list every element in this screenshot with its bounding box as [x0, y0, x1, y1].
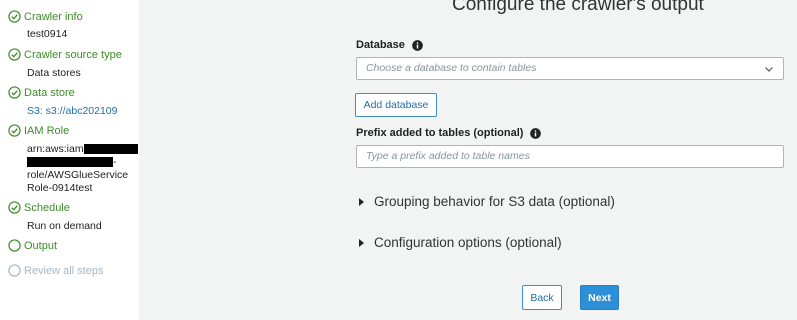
- info-icon[interactable]: [412, 39, 423, 51]
- page-title: Configure the crawler's output: [452, 0, 704, 15]
- empty-circle-icon: [8, 239, 21, 252]
- add-database-button[interactable]: Add database: [355, 93, 437, 117]
- next-button[interactable]: Next: [580, 285, 619, 310]
- wizard-steps-sidebar: Crawler info test0914 Crawler source typ…: [0, 0, 139, 320]
- step-value: Data stores: [27, 67, 81, 79]
- chevron-down-icon: [765, 67, 773, 72]
- prefix-label: Prefix added to tables (optional): [356, 127, 542, 139]
- step-title[interactable]: Data store: [24, 87, 75, 99]
- caret-right-icon: [359, 238, 364, 247]
- step-value[interactable]: S3: s3://abc202109: [27, 105, 118, 118]
- database-label-text: Database: [356, 39, 405, 51]
- redaction-block: [83, 144, 138, 155]
- step-value-line: role/AWSGlueService: [27, 169, 129, 181]
- step-value-line: arn:aws:iam: [27, 143, 138, 156]
- step-title[interactable]: Schedule: [24, 202, 70, 214]
- step-title[interactable]: Crawler source type: [24, 49, 122, 61]
- step-value: test0914: [27, 28, 68, 40]
- database-placeholder: Choose a database to contain tables: [366, 62, 537, 74]
- step-value-line: -: [27, 156, 117, 169]
- step-title[interactable]: IAM Role: [24, 125, 69, 137]
- check-circle-icon: [8, 86, 21, 99]
- grouping-behavior-section[interactable]: Grouping behavior for S3 data (optional): [359, 194, 615, 209]
- database-label: Database: [356, 39, 423, 51]
- info-icon[interactable]: [530, 127, 542, 139]
- step-title[interactable]: Crawler info: [24, 11, 83, 23]
- redaction-block: [27, 157, 113, 168]
- role-arn-separator: -: [113, 156, 117, 168]
- check-circle-icon: [8, 124, 21, 137]
- caret-right-icon: [359, 197, 364, 206]
- configuration-options-section[interactable]: Configuration options (optional): [359, 235, 562, 250]
- main-panel: Configure the crawler's output Database …: [139, 0, 797, 320]
- step-value-line: Role-0914test: [27, 182, 93, 194]
- check-circle-icon: [8, 201, 21, 214]
- step-title: Review all steps: [24, 264, 104, 277]
- prefix-placeholder: Type a prefix added to table names: [366, 150, 530, 162]
- step-title[interactable]: Output: [24, 240, 57, 252]
- prefix-label-text: Prefix added to tables (optional): [356, 127, 524, 139]
- step-value: Run on demand: [27, 220, 102, 232]
- section-title: Grouping behavior for S3 data (optional): [374, 194, 615, 209]
- back-button[interactable]: Back: [522, 285, 562, 310]
- prefix-input[interactable]: Type a prefix added to table names: [356, 145, 784, 168]
- role-arn-prefix: arn:aws:iam: [27, 143, 84, 155]
- section-title: Configuration options (optional): [374, 235, 562, 250]
- check-circle-icon: [8, 48, 21, 61]
- empty-circle-icon: [8, 264, 21, 277]
- check-circle-icon: [8, 10, 21, 23]
- database-select[interactable]: Choose a database to contain tables: [356, 57, 784, 80]
